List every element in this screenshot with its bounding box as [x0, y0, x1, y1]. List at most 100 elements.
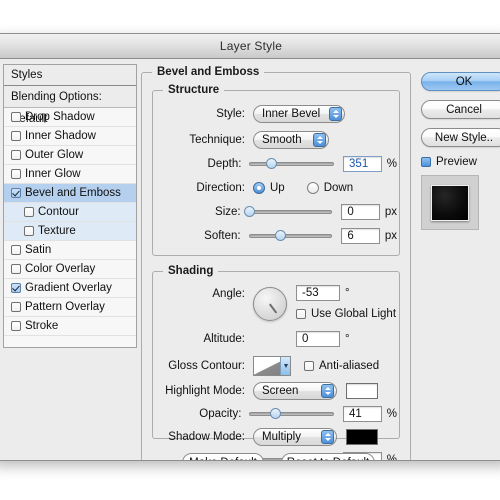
size-value: 0: [347, 206, 354, 218]
chevron-updown-icon: [313, 133, 326, 147]
style-list-item-label: Gradient Overlay: [25, 282, 112, 294]
checkbox-icon[interactable]: [11, 169, 21, 179]
highlight-color-swatch[interactable]: [346, 383, 378, 399]
shadow-mode-dropdown[interactable]: Multiply: [253, 428, 337, 446]
preview-checkbox[interactable]: Preview: [421, 156, 500, 168]
highlight-mode-dropdown[interactable]: Screen: [253, 382, 337, 400]
make-default-button[interactable]: Make Default: [182, 453, 264, 460]
depth-input[interactable]: 351: [343, 156, 382, 172]
shadow-color-swatch[interactable]: [346, 429, 378, 445]
checkbox-icon[interactable]: [24, 207, 34, 217]
style-list-item-label: Bevel and Emboss: [25, 187, 121, 199]
checkbox-icon: [304, 361, 314, 371]
use-global-light-label: Use Global Light: [311, 308, 397, 320]
style-list-item[interactable]: Inner Glow: [4, 165, 136, 184]
structure-group-title: Structure: [163, 84, 225, 96]
highlight-opacity-slider[interactable]: [249, 407, 335, 421]
angle-dial-needle: [269, 303, 278, 314]
style-list-item[interactable]: Satin: [4, 241, 136, 260]
preview-thumbnail: [431, 184, 469, 221]
checkbox-icon[interactable]: [11, 283, 21, 293]
cancel-button[interactable]: Cancel: [421, 100, 500, 119]
checkbox-icon[interactable]: [11, 188, 21, 198]
preview-thumbnail-frame: [421, 175, 479, 230]
direction-radio-down[interactable]: Down: [306, 182, 353, 194]
anti-aliased-label: Anti-aliased: [319, 360, 380, 372]
highlight-opacity-label: Opacity:: [199, 408, 242, 420]
style-list-item-label: Inner Glow: [25, 168, 81, 180]
size-slider-knob[interactable]: [244, 206, 256, 217]
altitude-input[interactable]: 0: [296, 331, 340, 347]
style-list-item-label: Contour: [38, 206, 79, 218]
highlight-opacity-knob[interactable]: [269, 408, 281, 419]
styles-list: Drop Shadow Inner Shadow Outer Glow Inner G…: [4, 108, 136, 336]
technique-label: Technique:: [189, 134, 245, 146]
style-list-item[interactable]: Gradient Overlay: [4, 279, 136, 298]
anti-aliased-checkbox[interactable]: Anti-aliased: [304, 360, 379, 372]
highlight-mode-value: Screen: [262, 385, 299, 397]
style-list-item[interactable]: Stroke: [4, 317, 136, 336]
style-list-item[interactable]: Outer Glow: [4, 146, 136, 165]
shading-group-title: Shading: [163, 265, 219, 277]
angle-unit: °: [345, 287, 350, 299]
soften-slider[interactable]: [248, 229, 333, 243]
altitude-label: Altitude:: [203, 333, 245, 345]
radio-up-icon: [253, 182, 265, 194]
checkbox-icon[interactable]: [11, 264, 21, 274]
shadow-mode-label: Shadow Mode:: [168, 431, 245, 443]
style-list-item-label: Color Overlay: [25, 263, 96, 275]
direction-radio-up[interactable]: Up: [253, 182, 285, 194]
depth-slider[interactable]: [249, 157, 335, 171]
soften-input[interactable]: 6: [341, 228, 380, 244]
style-dropdown[interactable]: Inner Bevel: [253, 105, 345, 123]
soften-unit: px: [384, 230, 397, 242]
blending-options-row[interactable]: Blending Options: Default: [4, 86, 136, 125]
style-list-item[interactable]: Bevel and Emboss: [4, 184, 136, 203]
style-list-item[interactable]: Color Overlay: [4, 260, 136, 279]
new-style-button[interactable]: New Style..: [421, 128, 500, 147]
styles-list-footer: [4, 336, 136, 347]
use-global-light-checkbox[interactable]: Use Global Light: [296, 308, 396, 320]
technique-dropdown-value: Smooth: [262, 134, 302, 146]
size-input[interactable]: 0: [341, 204, 380, 220]
soften-label: Soften:: [204, 230, 241, 242]
depth-slider-track: [249, 162, 335, 166]
highlight-opacity-unit: %: [386, 408, 397, 420]
soften-slider-knob[interactable]: [275, 230, 287, 241]
altitude-value: 0: [302, 333, 309, 345]
dialog-titlebar[interactable]: Layer Style: [0, 34, 500, 59]
checkbox-icon[interactable]: [11, 112, 21, 122]
style-list-item[interactable]: Texture: [4, 222, 136, 241]
highlight-opacity-input[interactable]: 41: [343, 406, 382, 422]
style-list-item-label: Inner Shadow: [25, 130, 96, 142]
reset-to-default-button[interactable]: Reset to Default: [281, 453, 375, 460]
angle-input[interactable]: -53: [296, 285, 340, 301]
checkbox-icon[interactable]: [11, 302, 21, 312]
style-list-item[interactable]: Pattern Overlay: [4, 298, 136, 317]
size-slider-track: [248, 210, 333, 214]
size-slider[interactable]: [244, 205, 333, 219]
gloss-contour-swatch[interactable]: [253, 356, 291, 376]
ok-button[interactable]: OK: [421, 72, 500, 91]
checkbox-icon[interactable]: [11, 321, 21, 331]
technique-dropdown[interactable]: Smooth: [253, 131, 329, 149]
checkbox-icon[interactable]: [11, 245, 21, 255]
shadow-opacity-unit: %: [386, 454, 397, 461]
angle-value: -53: [302, 287, 319, 299]
size-unit: px: [384, 206, 397, 218]
radio-down-icon: [306, 182, 319, 194]
soften-slider-track: [248, 234, 333, 238]
style-list-item-label: Drop Shadow: [25, 111, 95, 123]
checkbox-icon[interactable]: [11, 150, 21, 160]
checkbox-icon[interactable]: [24, 226, 34, 236]
style-list-item[interactable]: Contour: [4, 203, 136, 222]
style-list-item-label: Stroke: [25, 320, 59, 332]
angle-label: Angle:: [212, 288, 245, 300]
bevel-and-emboss-group: Bevel and Emboss Structure Style: Inner …: [141, 66, 411, 461]
depth-slider-knob[interactable]: [266, 158, 278, 169]
checkbox-icon[interactable]: [11, 131, 21, 141]
checkbox-icon: [421, 157, 431, 167]
depth-label: Depth:: [207, 158, 242, 170]
depth-unit: %: [386, 158, 397, 170]
angle-dial[interactable]: [253, 287, 287, 321]
